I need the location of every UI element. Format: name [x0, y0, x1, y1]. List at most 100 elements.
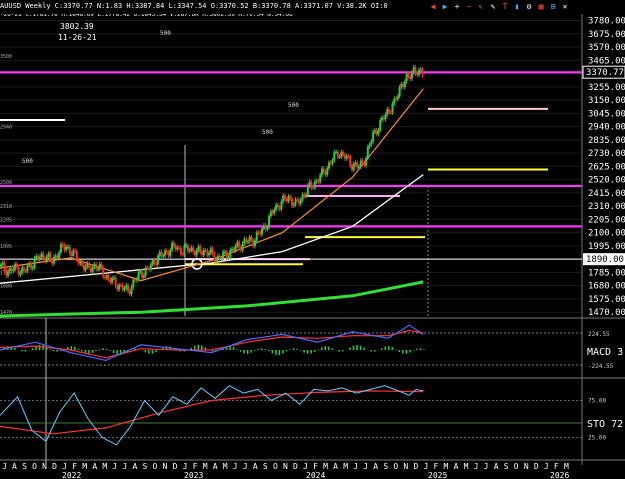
month-tick: D	[173, 462, 178, 471]
macd-hist-bar	[296, 348, 298, 350]
macd-hist-bar	[257, 348, 259, 350]
back-icon[interactable]: ◀	[428, 2, 438, 12]
candle-up	[84, 266, 87, 271]
macd-hist-bar	[109, 350, 111, 351]
price-tick: 2205.00	[588, 215, 625, 225]
candle-up	[21, 267, 24, 273]
chart-canvas[interactable]: 3802.3911-26-21-26-21 C:1781.76 H:1848.6…	[0, 0, 625, 479]
candle-down	[77, 260, 80, 264]
candle-down	[114, 277, 117, 286]
price-axis: 3780.003675.003570.003465.003360.003255.…	[582, 17, 625, 318]
candle-up	[393, 98, 396, 104]
settings-icon[interactable]: ⚙	[524, 2, 534, 12]
candle-down	[199, 246, 202, 253]
candle-down	[245, 238, 248, 242]
layout-icon[interactable]: ▦	[536, 2, 546, 12]
candle-up	[215, 259, 218, 261]
candle-up	[354, 162, 357, 165]
macd-hist-bar	[253, 350, 256, 351]
sto-tick: 75.00	[588, 398, 606, 405]
candle-down	[204, 250, 207, 252]
candle-up	[410, 72, 413, 79]
cursor-icon[interactable]: ↖	[476, 2, 486, 12]
price-tick: 2940.00	[588, 123, 625, 133]
candle-up	[345, 156, 348, 159]
candle-up	[7, 271, 10, 276]
candle-up	[220, 258, 223, 260]
candle-down	[296, 199, 299, 201]
candle-up	[188, 250, 191, 252]
current-price-label: 3370.77	[586, 68, 624, 78]
candle-up	[202, 250, 205, 256]
candle-down	[312, 187, 315, 189]
candle-up	[275, 204, 278, 210]
candle-down	[56, 255, 59, 259]
candle-up	[183, 245, 186, 255]
candle-up	[292, 204, 295, 206]
candle-down	[213, 253, 216, 261]
candle-up	[262, 225, 265, 229]
candle-down	[29, 263, 32, 269]
candle-down	[206, 250, 209, 256]
candle-up	[396, 96, 399, 100]
candle-up	[65, 246, 68, 251]
month-tick: S	[142, 462, 147, 471]
macd-hist-bar	[88, 350, 90, 354]
macd-hist-bar	[56, 350, 58, 352]
forward-icon[interactable]: ▶	[440, 2, 450, 12]
candle-up	[31, 267, 34, 269]
macd-hist-bar	[349, 347, 351, 350]
macd-hist-bar	[299, 350, 302, 351]
left-tag: 1995	[0, 244, 12, 250]
candle-down	[310, 182, 313, 188]
candle-up	[35, 255, 38, 259]
month-tick: N	[42, 462, 47, 471]
candle-down	[388, 109, 390, 113]
zoom-out-icon[interactable]: −	[464, 2, 474, 12]
candle-up	[331, 160, 334, 164]
left-tag: 1680	[0, 284, 12, 290]
zoom-in-icon[interactable]: +	[452, 2, 462, 12]
price-tick: 1995.00	[588, 242, 625, 252]
month-tick: F	[72, 462, 77, 471]
candle-down	[165, 250, 168, 253]
price-tick: 3465.00	[588, 56, 625, 66]
annot-date: 11-26-21	[58, 33, 97, 42]
grid-icon[interactable]: ⊞	[548, 2, 558, 12]
candle-down	[17, 267, 20, 275]
candle-up	[372, 131, 375, 142]
macd-hist-bar	[31, 348, 34, 350]
month-tick: M	[223, 462, 228, 471]
macd-hist-bar	[52, 350, 55, 352]
month-tick: J	[233, 462, 238, 471]
candle-up	[185, 245, 188, 247]
candle-down	[291, 198, 293, 206]
price-tick: 1785.00	[588, 268, 625, 278]
macd-tick: 224.55	[588, 331, 610, 338]
bars-icon[interactable]: ▮	[512, 2, 522, 12]
candle-up	[162, 255, 165, 257]
macd-hist-bar	[102, 348, 104, 350]
candle-down	[42, 253, 45, 258]
candle-down	[363, 162, 366, 166]
candle-up	[144, 267, 147, 276]
candle-up	[132, 279, 135, 288]
candle-down	[361, 160, 364, 163]
draw-icon[interactable]: ✎	[488, 2, 498, 12]
candle-down	[259, 232, 262, 235]
month-tick: A	[12, 462, 17, 471]
price-tick: 2520.00	[588, 176, 625, 186]
candle-down	[322, 168, 325, 172]
candle-down	[119, 284, 122, 286]
macd-hist-bar	[395, 349, 397, 350]
candle-up	[45, 256, 48, 262]
candle-up	[370, 141, 373, 145]
macd-hist-bar	[148, 350, 150, 354]
month-tick: N	[403, 462, 408, 471]
text-icon[interactable]: T	[500, 2, 510, 12]
year-tick: 2025	[428, 471, 447, 479]
candle-up	[368, 144, 371, 147]
candle-down	[276, 204, 279, 208]
close-icon[interactable]: ✕	[560, 2, 570, 12]
candle-up	[137, 272, 140, 280]
